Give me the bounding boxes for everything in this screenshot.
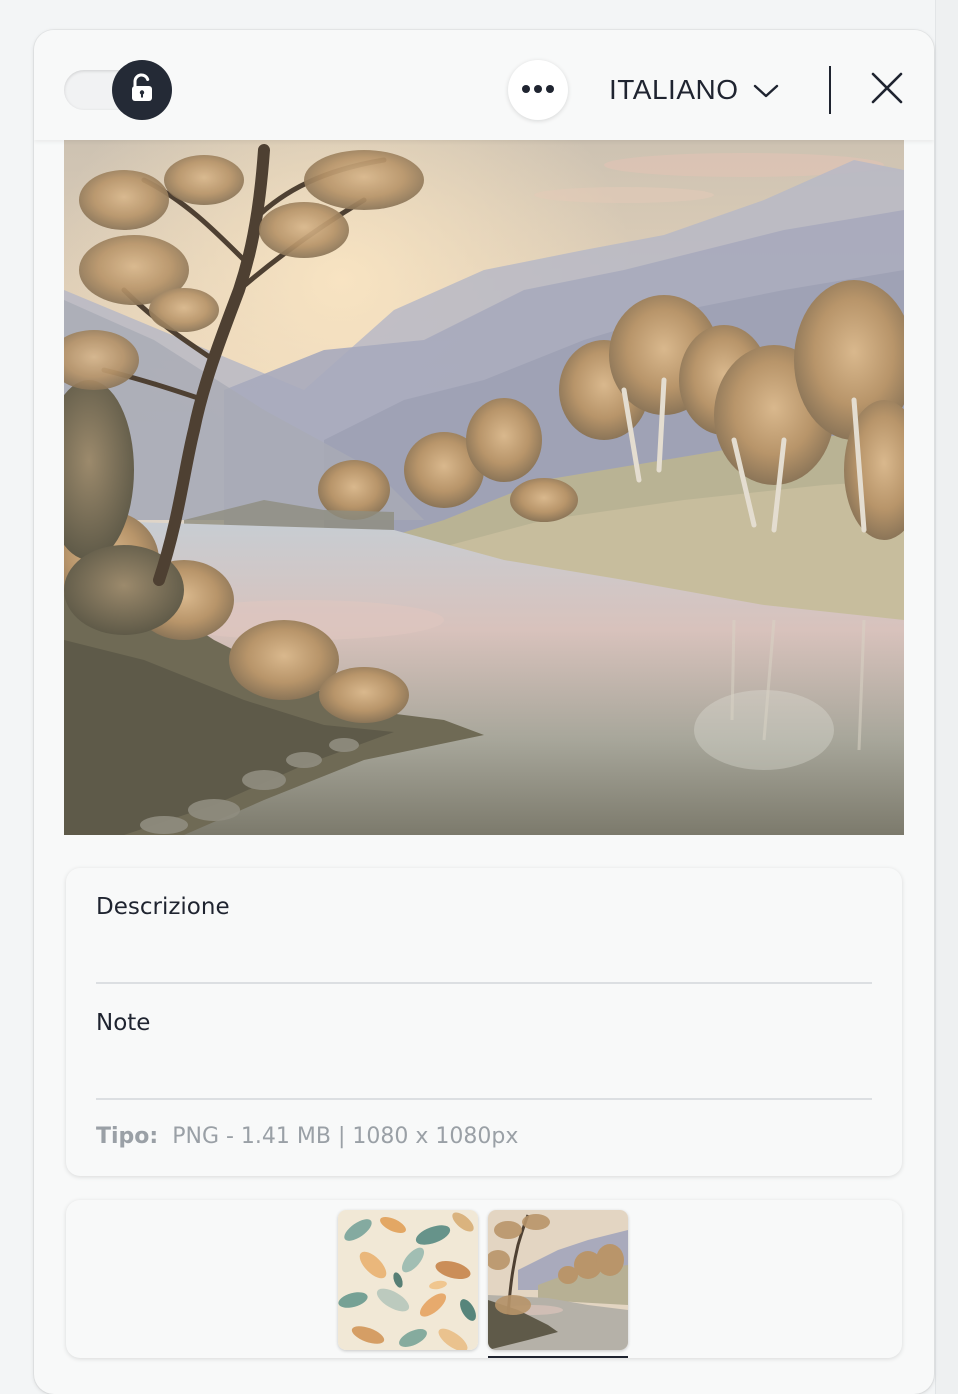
description-underline	[96, 982, 872, 984]
details-card: Descrizione Note Tipo: PNG - 1.41 MB | 10…	[66, 868, 902, 1176]
lock-toggle[interactable]	[112, 60, 172, 120]
selected-thumbnail-indicator	[488, 1356, 628, 1358]
image-preview	[64, 140, 904, 835]
description-field[interactable]	[96, 940, 876, 974]
notes-field[interactable]	[96, 1056, 876, 1090]
notes-label: Note	[96, 1010, 151, 1036]
description-label: Descrizione	[96, 894, 230, 920]
file-info: Tipo: PNG - 1.41 MB | 1080 x 1080px	[96, 1124, 518, 1149]
more-options-button[interactable]	[508, 60, 568, 120]
backdrop-scrollbar-area	[935, 0, 958, 1394]
toolbar-divider	[829, 66, 831, 114]
thumbnail-landscape[interactable]	[488, 1210, 628, 1350]
image-detail-modal: ITALIANO Descrizione Note Tipo: PNG - 1.…	[34, 30, 934, 1394]
chevron-down-icon	[753, 74, 779, 106]
unlock-icon	[129, 72, 155, 108]
notes-underline	[96, 1098, 872, 1100]
language-label: ITALIANO	[609, 74, 739, 105]
more-horizontal-icon	[521, 81, 555, 99]
close-button[interactable]	[867, 70, 907, 110]
thumbnail-watercolor-leaves[interactable]	[338, 1210, 478, 1350]
file-type-value: PNG - 1.41 MB | 1080 x 1080px	[172, 1124, 519, 1149]
language-selector[interactable]: ITALIANO	[609, 70, 779, 110]
gallery-strip	[66, 1200, 902, 1358]
file-type-label: Tipo:	[96, 1124, 159, 1149]
modal-toolbar: ITALIANO	[34, 30, 934, 140]
close-icon	[870, 71, 904, 110]
